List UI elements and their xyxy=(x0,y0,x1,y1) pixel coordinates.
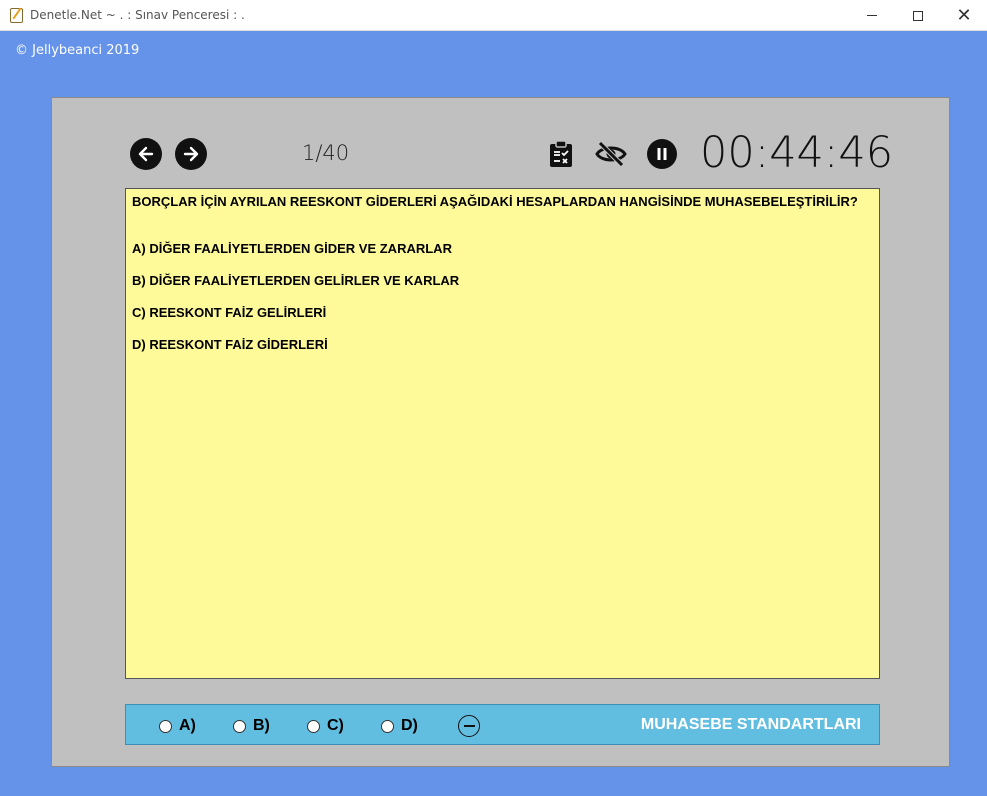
arrow-right-icon xyxy=(183,146,199,162)
maximize-icon xyxy=(913,10,923,21)
minimize-button[interactable] xyxy=(849,0,895,31)
answer-option-b[interactable]: B) xyxy=(233,717,270,735)
clipboard-icon xyxy=(550,140,572,167)
option-d-text: D) REESKONT FAİZ GİDERLERİ xyxy=(132,337,328,352)
radio-d[interactable] xyxy=(381,719,394,733)
option-a-text: A) DİĞER FAALİYETLERDEN GİDER VE ZARARLA… xyxy=(132,241,452,256)
close-button[interactable]: ✕ xyxy=(941,0,987,31)
close-icon: ✕ xyxy=(956,4,972,26)
answer-label-a: A) xyxy=(179,717,196,734)
exam-panel: 1/40 00:44:46 BORÇLAR İÇİN AYRILAN REESK… xyxy=(51,97,950,767)
app-icon xyxy=(10,8,23,23)
radio-c[interactable] xyxy=(307,719,320,733)
copyright-text: © Jellybeanci 2019 xyxy=(15,43,140,58)
answer-label-b: B) xyxy=(253,717,270,734)
window-title: Denetle.Net ~ . : Sınav Penceresi : . xyxy=(30,8,245,22)
radio-b[interactable] xyxy=(233,719,246,733)
pause-icon xyxy=(647,139,677,169)
radio-a[interactable] xyxy=(159,719,172,733)
eye-off-icon xyxy=(595,141,627,167)
clear-answer-button[interactable] xyxy=(458,715,480,737)
answer-bar: A) B) C) D) MUHASEBE STANDARTLARI xyxy=(125,704,880,745)
hide-button[interactable] xyxy=(595,138,627,170)
question-box: BORÇLAR İÇİN AYRILAN REESKONT GİDERLERİ … xyxy=(125,188,880,679)
answer-label-c: C) xyxy=(327,717,344,734)
pause-button[interactable] xyxy=(646,138,678,170)
subject-label: MUHASEBE STANDARTLARI xyxy=(640,716,861,733)
maximize-button[interactable] xyxy=(895,0,941,31)
answer-option-d[interactable]: D) xyxy=(381,717,418,735)
title-bar: Denetle.Net ~ . : Sınav Penceresi : . ✕ xyxy=(0,0,987,31)
arrow-left-icon xyxy=(138,146,154,162)
answer-sheet-button[interactable] xyxy=(545,138,577,170)
option-c-text: C) REESKONT FAİZ GELİRLERİ xyxy=(132,305,327,320)
exam-timer: 00:44:46 xyxy=(700,128,894,178)
answer-option-a[interactable]: A) xyxy=(159,717,196,735)
question-counter: 1/40 xyxy=(302,141,350,165)
previous-question-button[interactable] xyxy=(130,138,162,170)
answer-option-c[interactable]: C) xyxy=(307,717,344,735)
option-b-text: B) DİĞER FAALİYETLERDEN GELİRLER VE KARL… xyxy=(132,273,460,288)
minimize-icon xyxy=(867,15,877,16)
question-text: BORÇLAR İÇİN AYRILAN REESKONT GİDERLERİ … xyxy=(132,194,858,209)
minus-icon xyxy=(463,725,475,727)
next-question-button[interactable] xyxy=(175,138,207,170)
answer-label-d: D) xyxy=(401,717,418,734)
